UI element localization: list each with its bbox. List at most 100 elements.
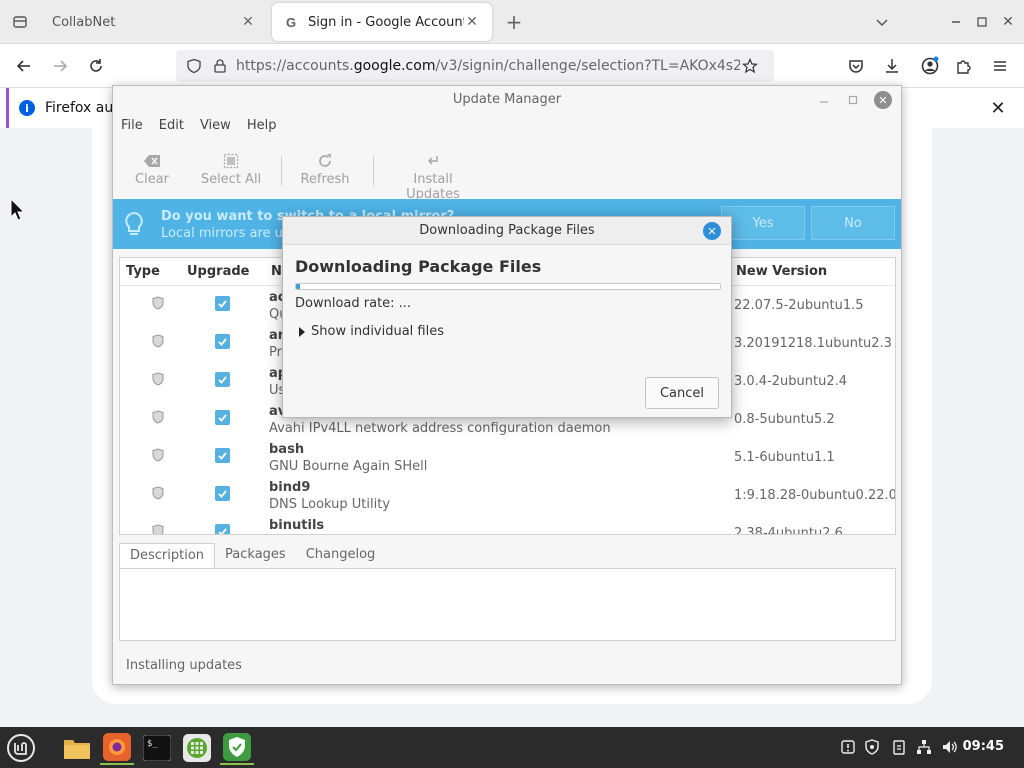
tab-changelog[interactable]: Changelog: [296, 543, 386, 569]
tab-google-signin[interactable]: G Sign in - Google Accounts ✕: [272, 3, 492, 41]
url-text: https://accounts.google.com/v3/signin/ch…: [236, 58, 740, 74]
column-type[interactable]: Type: [126, 264, 160, 279]
security-shield-icon: [152, 486, 164, 504]
package-new-version: 1:9.18.28-0ubuntu0.22.04.: [734, 488, 896, 503]
forward-arrow-icon[interactable]: [46, 52, 74, 80]
update-manager-shield-icon[interactable]: [220, 731, 254, 765]
backspace-icon: [131, 150, 173, 172]
upgrade-checkbox[interactable]: [215, 296, 230, 311]
table-row[interactable]: bash GNU Bourne Again SHell 5.1-6ubuntu1.1: [120, 438, 895, 476]
tab-title: Sign in - Google Accounts: [308, 14, 464, 30]
tracking-shield-icon[interactable]: [184, 56, 204, 76]
window-title: Update Manager: [452, 92, 562, 107]
close-icon[interactable]: ✕: [703, 222, 721, 240]
download-rate: Download rate: ...: [295, 296, 412, 311]
upgrade-checkbox[interactable]: [215, 334, 230, 349]
menu-help[interactable]: Help: [239, 118, 285, 138]
tab-close-icon[interactable]: ✕: [464, 14, 480, 30]
hamburger-menu-icon[interactable]: [988, 54, 1012, 78]
select-all-icon: [199, 150, 263, 172]
menu-view[interactable]: View: [192, 118, 239, 138]
column-new-version[interactable]: New Version: [736, 264, 827, 279]
upgrade-checkbox[interactable]: [215, 524, 230, 534]
package-name: binutils: [269, 518, 325, 533]
package-description: Avahi IPv4LL network address configurati…: [269, 421, 611, 436]
package-description: DNS Lookup Utility: [269, 497, 391, 512]
lock-icon[interactable]: [210, 56, 230, 76]
tab-description[interactable]: Description: [119, 543, 216, 569]
chevron-down-icon[interactable]: [870, 10, 894, 34]
security-shield-icon: [152, 334, 164, 352]
cancel-button[interactable]: Cancel: [645, 377, 719, 409]
browser-tab-bar: CollabNet ✕ G Sign in - Google Accounts …: [0, 0, 1024, 44]
url-bar[interactable]: https://accounts.google.com/v3/signin/ch…: [176, 50, 774, 82]
security-shield-icon: [152, 448, 164, 466]
column-upgrade[interactable]: Upgrade: [187, 264, 249, 279]
browser-nav-bar: https://accounts.google.com/v3/signin/ch…: [0, 44, 1024, 88]
upgrade-checkbox[interactable]: [215, 486, 230, 501]
package-name: bash: [269, 442, 305, 457]
network-tray-icon[interactable]: [914, 737, 934, 757]
package-new-version: 3.0.4-2ubuntu2.4: [734, 374, 848, 389]
table-row[interactable]: binutils 2.38-4ubuntu2.6: [120, 514, 895, 534]
reload-icon[interactable]: [82, 52, 110, 80]
volume-tray-icon[interactable]: [940, 737, 960, 757]
menu-file[interactable]: File: [113, 118, 151, 138]
package-new-version: 22.07.5-2ubuntu1.5: [734, 298, 864, 313]
select-all-button[interactable]: Select All: [199, 150, 263, 187]
tab-packages[interactable]: Packages: [215, 543, 296, 569]
tab-close-icon[interactable]: ✕: [240, 14, 256, 30]
clipboard-tray-icon[interactable]: [889, 737, 909, 757]
package-description: GNU Bourne Again SHell: [269, 459, 428, 474]
shield-tray-icon[interactable]: [862, 737, 882, 757]
tab-title: CollabNet: [52, 14, 116, 30]
maximize-icon[interactable]: [970, 10, 994, 34]
upgrade-checkbox[interactable]: [215, 372, 230, 387]
tab-list-icon[interactable]: [8, 10, 32, 34]
minimize-icon[interactable]: [944, 10, 968, 34]
notification-tray-icon[interactable]: [838, 737, 858, 757]
svg-text:$_: $_: [147, 739, 158, 749]
terminal-icon[interactable]: $_: [140, 731, 174, 765]
security-shield-icon: [152, 524, 164, 534]
show-files-expander[interactable]: Show individual files: [299, 324, 444, 339]
extensions-puzzle-icon[interactable]: [952, 54, 976, 78]
close-window-icon[interactable]: ✕: [996, 10, 1020, 34]
package-description: Pr: [269, 345, 282, 360]
mirror-yes-button[interactable]: Yes: [721, 206, 805, 240]
bookmark-star-icon[interactable]: [740, 56, 760, 76]
firefox-icon[interactable]: [100, 731, 134, 765]
clear-button[interactable]: Clear: [131, 150, 173, 187]
close-icon[interactable]: ✕: [874, 91, 892, 109]
refresh-button[interactable]: Refresh: [297, 150, 353, 187]
maximize-icon[interactable]: [844, 91, 862, 109]
new-tab-icon[interactable]: +: [502, 10, 526, 34]
close-notification-icon[interactable]: ✕: [988, 98, 1008, 119]
table-row[interactable]: bind9 DNS Lookup Utility 1:9.18.28-0ubuntu…: [120, 476, 895, 514]
clock[interactable]: 09:45: [963, 739, 1004, 754]
expander-label: Show individual files: [311, 324, 445, 339]
account-icon[interactable]: [918, 54, 942, 78]
progress-fill: [296, 284, 301, 289]
taskbar: $_ 09:45: [0, 727, 1024, 768]
upgrade-checkbox[interactable]: [215, 448, 230, 463]
enter-arrow-icon: [385, 150, 481, 172]
mint-menu-icon[interactable]: [4, 731, 38, 765]
minimize-icon[interactable]: [815, 91, 833, 109]
info-icon: i: [19, 100, 35, 116]
mirror-no-button[interactable]: No: [811, 206, 895, 240]
files-folder-icon[interactable]: [60, 731, 94, 765]
upgrade-checkbox[interactable]: [215, 410, 230, 425]
dialog-heading: Downloading Package Files: [295, 257, 542, 276]
package-name: bind9: [269, 480, 311, 495]
google-favicon-icon: G: [284, 14, 300, 30]
menu-edit[interactable]: Edit: [151, 118, 192, 138]
pocket-icon[interactable]: [844, 54, 868, 78]
security-shield-icon: [152, 410, 164, 428]
install-updates-button[interactable]: Install Updates: [385, 150, 481, 202]
back-arrow-icon[interactable]: [10, 52, 38, 80]
package-new-version: 5.1-6ubuntu1.1: [734, 450, 835, 465]
downloads-icon[interactable]: [880, 54, 904, 78]
calculator-icon[interactable]: [180, 731, 214, 765]
tab-collabnet[interactable]: CollabNet ✕: [40, 3, 268, 41]
